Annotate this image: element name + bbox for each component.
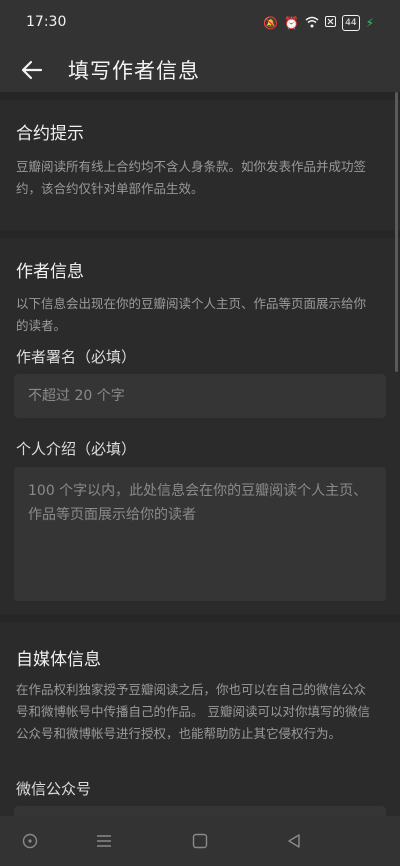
scrollbar[interactable] xyxy=(395,92,398,372)
status-icons: 🔕 ⏰ 44 ⚡ xyxy=(263,15,374,31)
page-title: 填写作者信息 xyxy=(68,59,200,83)
alarm-icon: ⏰ xyxy=(284,16,300,30)
author-name-placeholder: 不超过 20 个字 xyxy=(28,388,125,404)
wechat-label: 微信公众号 xyxy=(16,780,92,798)
app-bar: 填写作者信息 xyxy=(0,46,400,92)
author-name-input[interactable]: 不超过 20 个字 xyxy=(14,374,386,418)
square-icon xyxy=(192,833,208,849)
bio-placeholder: 100 个字以内，此处信息会在你的豆瓣阅读个人主页、作品等页面展示给你的读者 xyxy=(28,483,368,523)
nav-menu-button[interactable] xyxy=(91,828,117,854)
arrow-left-icon xyxy=(21,60,43,80)
form-content[interactable]: 合约提示 豆瓣阅读所有线上合约均不含人身条款。如你发表作品并成功签约，该合约仅针… xyxy=(0,92,400,816)
system-nav-bar xyxy=(0,816,400,866)
sim-icon xyxy=(325,16,337,30)
contract-desc: 豆瓣阅读所有线上合约均不含人身条款。如你发表作品并成功签约，该合约仅针对单部作品… xyxy=(16,159,367,196)
menu-lines-icon xyxy=(97,835,111,847)
contract-title: 合约提示 xyxy=(16,124,84,144)
media-desc: 在作品权利独家授予豆瓣阅读之后，你也可以在自己的微信公众号和微博帐号中传播自己的… xyxy=(16,682,370,741)
author-name-label: 作者署名（必填） xyxy=(16,348,137,366)
wifi-icon xyxy=(305,16,319,31)
author-section: 作者信息 以下信息会出现在你的豆瓣阅读个人主页、作品等页面展示给你的读者。 作者… xyxy=(0,238,400,614)
charging-icon: ⚡ xyxy=(365,16,374,30)
status-bar: 17:30 🔕 ⏰ 44 ⚡ xyxy=(0,0,400,46)
author-title: 作者信息 xyxy=(16,262,84,282)
media-section: 自媒体信息 在作品权利独家授予豆瓣阅读之后，你也可以在自己的微信公众号和微博帐号… xyxy=(0,622,400,816)
bio-label: 个人介绍（必填） xyxy=(16,440,137,458)
circle-dot-icon xyxy=(22,833,38,849)
status-time: 17:30 xyxy=(26,14,67,30)
nav-home-button[interactable] xyxy=(187,828,213,854)
back-button[interactable] xyxy=(16,54,48,86)
media-title: 自媒体信息 xyxy=(16,650,101,670)
mute-icon: 🔕 xyxy=(263,16,279,30)
author-desc: 以下信息会出现在你的豆瓣阅读个人主页、作品等页面展示给你的读者。 xyxy=(16,296,367,333)
battery-icon: 44 xyxy=(342,15,360,31)
nav-back-button[interactable] xyxy=(281,828,307,854)
triangle-back-icon xyxy=(288,834,300,848)
bio-textarea[interactable]: 100 个字以内，此处信息会在你的豆瓣阅读个人主页、作品等页面展示给你的读者 xyxy=(14,467,386,601)
contract-section: 合约提示 豆瓣阅读所有线上合约均不含人身条款。如你发表作品并成功签约，该合约仅针… xyxy=(0,100,400,230)
nav-assist-button[interactable] xyxy=(17,828,43,854)
wechat-input[interactable] xyxy=(14,806,386,816)
